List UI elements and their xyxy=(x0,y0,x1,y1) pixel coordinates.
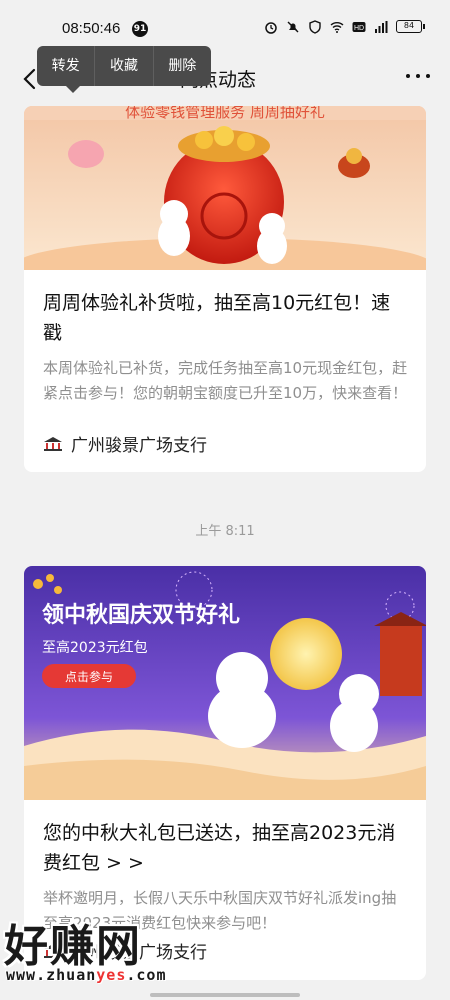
favorite-menu-item[interactable]: 收藏 xyxy=(95,46,154,86)
banner-cta-button: 点击参与 xyxy=(65,669,113,684)
card-description: 本周体验礼已补货，完成任务抽至高10元现金红包，赶紧点击参与！您的朝朝宝额度已升… xyxy=(43,359,408,402)
bank-branch-icon xyxy=(43,943,63,959)
status-time: 08:50:46 xyxy=(62,20,121,37)
battery-icon: 84 xyxy=(396,19,425,33)
message-card[interactable]: 领中秋国庆双节好礼 至高2023元红包 点击参与 您的中秋大礼包已送达，抽至高2… xyxy=(24,566,426,980)
time-separator: 上午 8:11 xyxy=(195,524,255,539)
branch-info: 广州骏景广场支行 xyxy=(43,431,207,456)
branch-name: 广州骏景广场支行 xyxy=(71,943,207,963)
notification-badge: 91 xyxy=(132,21,148,37)
bank-branch-icon xyxy=(43,436,63,452)
svg-text:HD: HD xyxy=(354,25,364,32)
message-card[interactable]: 体验零钱管理服务 周周抽好礼 周周体验礼补货啦，抽至高10元红包！速戳 本周体验… xyxy=(24,106,426,472)
card-title: 周周体验礼补货啦，抽至高10元红包！速戳 xyxy=(43,292,391,344)
branch-info: 广州骏景广场支行 xyxy=(43,938,207,963)
home-indicator[interactable] xyxy=(150,993,300,997)
context-menu: 转发 收藏 删除 xyxy=(37,46,211,93)
promo-banner-image[interactable]: 体验零钱管理服务 周周抽好礼 xyxy=(24,106,426,270)
card-title: 您的中秋大礼包已送达，抽至高2023元消费红包 > > xyxy=(43,822,396,874)
banner-text: 体验零钱管理服务 周周抽好礼 xyxy=(125,106,325,121)
signal-icon xyxy=(374,19,388,33)
more-options-icon[interactable] xyxy=(406,74,430,78)
wifi-icon xyxy=(330,19,344,33)
forward-menu-item[interactable]: 转发 xyxy=(37,46,96,86)
card-description: 举杯邀明月，长假八天乐中秋国庆双节好礼派发ing抽至高2023元消费红包快来参与… xyxy=(43,889,397,932)
status-icons: HD 84 xyxy=(264,19,425,34)
alarm-icon xyxy=(264,19,278,34)
promo-banner-image[interactable]: 领中秋国庆双节好礼 至高2023元红包 点击参与 xyxy=(24,566,426,800)
mute-icon xyxy=(286,19,300,33)
branch-name: 广州骏景广场支行 xyxy=(71,436,207,456)
banner-subheadline: 至高2023元红包 xyxy=(42,639,148,656)
hd-icon: HD xyxy=(352,19,366,33)
shield-icon xyxy=(308,19,322,34)
delete-menu-item[interactable]: 删除 xyxy=(154,46,211,86)
banner-headline: 领中秋国庆双节好礼 xyxy=(42,602,240,628)
